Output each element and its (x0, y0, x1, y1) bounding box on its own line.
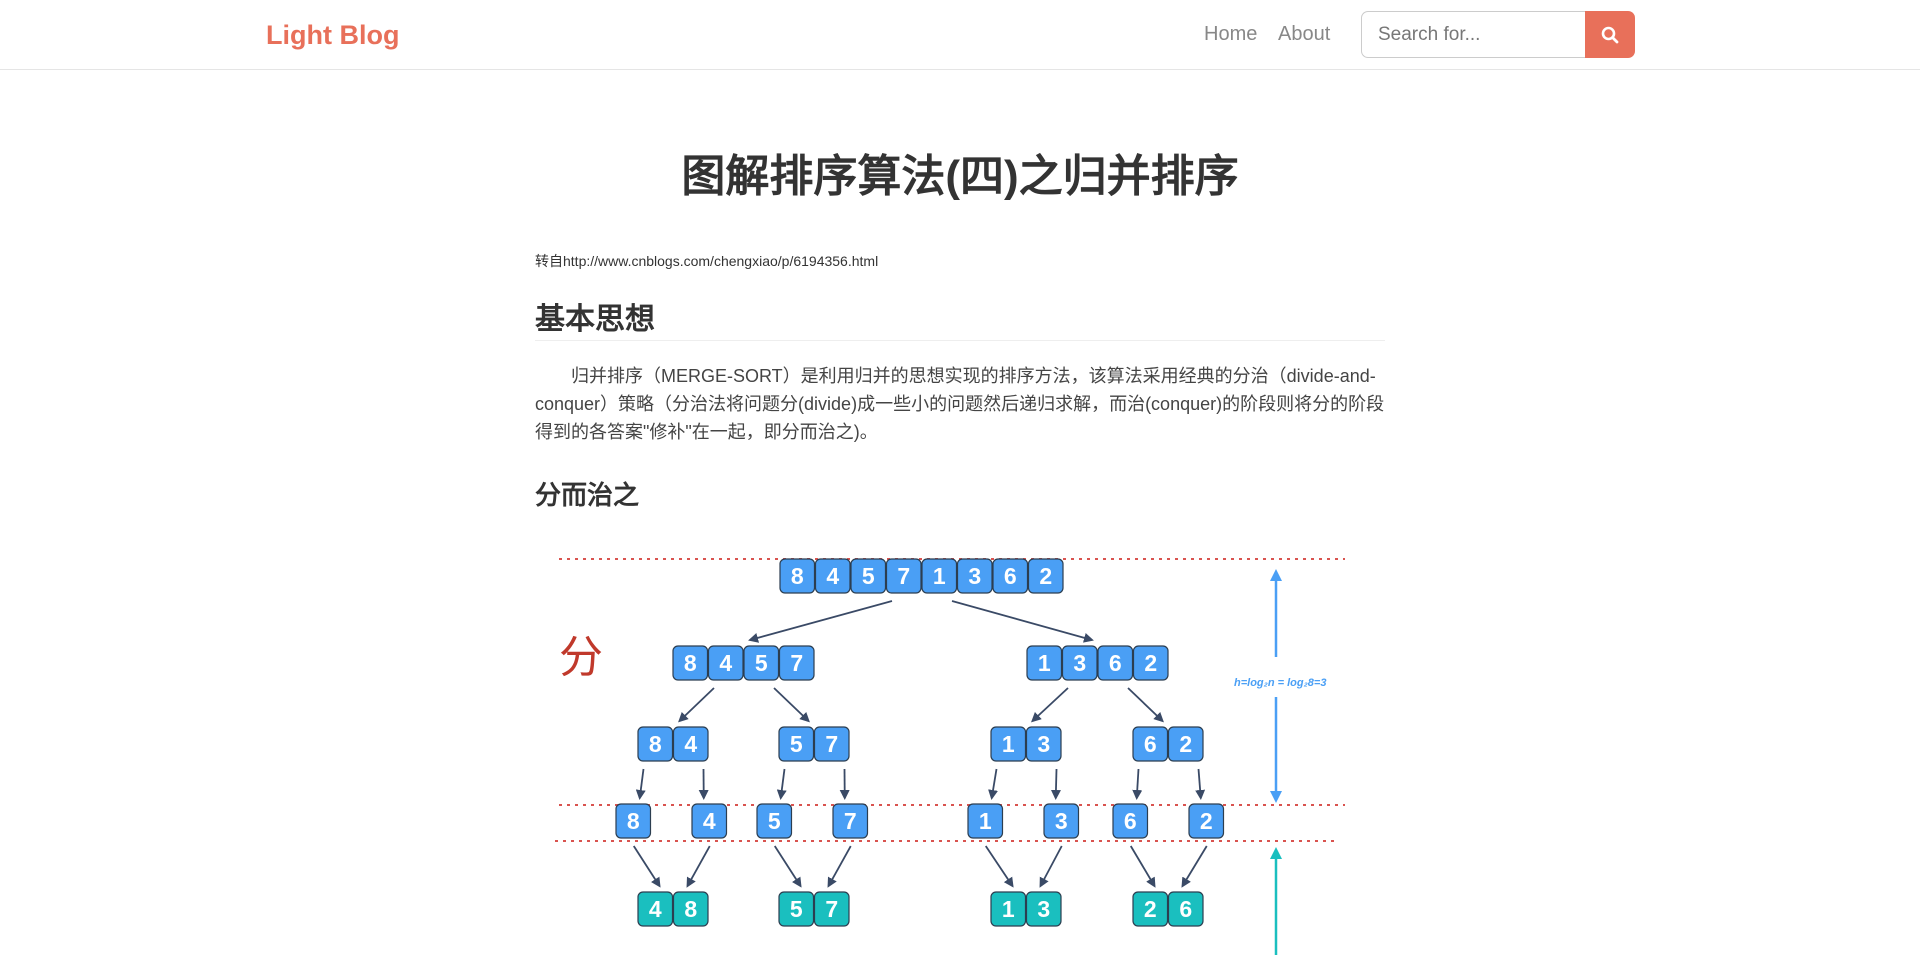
split-arrow (688, 846, 710, 886)
split-arrow (1056, 769, 1057, 798)
source-link: 转自http://www.cnblogs.com/chengxiao/p/619… (535, 251, 878, 271)
search-button[interactable] (1585, 11, 1635, 58)
section-divider (535, 340, 1385, 341)
array-cell-value: 8 (684, 896, 697, 922)
array-cell-value: 6 (1004, 563, 1017, 589)
array-cell-value: 5 (768, 808, 781, 834)
array-cell-value: 5 (790, 896, 803, 922)
divide-label: 分 (559, 632, 603, 683)
diagram-boxes: 8457136284571362845713628457136248571326 (616, 559, 1224, 926)
section-heading: 基本思想 (535, 294, 655, 338)
split-arrow (680, 688, 715, 721)
array-cell-value: 3 (1073, 650, 1086, 676)
search-icon (1601, 26, 1619, 44)
array-cell-value: 4 (703, 808, 716, 834)
array-cell-value: 1 (1002, 896, 1015, 922)
height-annotation: h=log₂n = log₂8=3 (1234, 677, 1326, 689)
array-cell-value: 2 (1179, 731, 1192, 757)
array-cell-value: 8 (627, 808, 640, 834)
array-cell-value: 4 (826, 563, 839, 589)
array-cell-value: 5 (862, 563, 875, 589)
split-arrow (992, 769, 997, 798)
array-cell-value: 3 (1037, 731, 1050, 757)
array-cell-value: 4 (649, 896, 662, 922)
navbar: Light Blog Home About (0, 0, 1920, 70)
array-cell-value: 8 (649, 731, 662, 757)
array-cell-value: 3 (1037, 896, 1050, 922)
page-title: 图解排序算法(四)之归并排序 (535, 140, 1385, 204)
merge-sort-diagram-svg: 分 h=log₂n = log₂8=3 84571362845713628457… (535, 545, 1355, 955)
split-arrow (750, 601, 892, 640)
split-arrow (1183, 846, 1207, 886)
split-arrow (774, 688, 809, 721)
split-arrow (775, 846, 801, 886)
array-cell-value: 5 (755, 650, 768, 676)
nav-link-about[interactable]: About (1278, 23, 1330, 46)
split-arrow (781, 769, 785, 798)
split-arrow (1041, 846, 1062, 886)
array-cell-value: 4 (719, 650, 732, 676)
array-cell-value: 8 (684, 650, 697, 676)
array-cell-value: 1 (1002, 731, 1015, 757)
split-arrow (634, 846, 660, 886)
array-cell-value: 1 (979, 808, 992, 834)
split-arrow (1131, 846, 1155, 886)
array-cell-value: 2 (1200, 808, 1213, 834)
array-cell-value: 4 (684, 731, 697, 757)
array-cell-value: 2 (1039, 563, 1052, 589)
array-cell-value: 7 (825, 731, 838, 757)
split-arrow (952, 601, 1092, 640)
split-arrow (1033, 688, 1069, 721)
array-cell-value: 1 (933, 563, 946, 589)
split-arrow (1199, 769, 1201, 798)
split-arrow (1137, 769, 1139, 798)
array-cell-value: 3 (968, 563, 981, 589)
merge-sort-diagram: 分 h=log₂n = log₂8=3 84571362845713628457… (535, 545, 1355, 960)
array-cell-value: 6 (1179, 896, 1192, 922)
split-arrow (640, 769, 644, 798)
array-cell-value: 3 (1055, 808, 1068, 834)
array-cell-value: 6 (1109, 650, 1122, 676)
array-cell-value: 2 (1144, 896, 1157, 922)
intro-paragraph: 归并排序（MERGE-SORT）是利用归并的思想实现的排序方法，该算法采用经典的… (535, 362, 1385, 446)
array-cell-value: 6 (1124, 808, 1137, 834)
array-cell-value: 6 (1144, 731, 1157, 757)
subsection-heading: 分而治之 (535, 475, 639, 512)
split-arrow (829, 846, 851, 886)
search-form (1361, 11, 1635, 58)
array-cell-value: 7 (790, 650, 803, 676)
split-arrow (1128, 688, 1163, 721)
array-cell-value: 1 (1038, 650, 1051, 676)
array-cell-value: 7 (844, 808, 857, 834)
array-cell-value: 7 (825, 896, 838, 922)
diagram-arrows (634, 601, 1207, 886)
array-cell-value: 5 (790, 731, 803, 757)
split-arrow (986, 846, 1013, 886)
array-cell-value: 7 (897, 563, 910, 589)
brand-logo[interactable]: Light Blog (266, 20, 399, 51)
array-cell-value: 2 (1144, 650, 1157, 676)
search-input[interactable] (1361, 11, 1585, 58)
nav-link-home[interactable]: Home (1204, 23, 1257, 46)
array-cell-value: 8 (791, 563, 804, 589)
